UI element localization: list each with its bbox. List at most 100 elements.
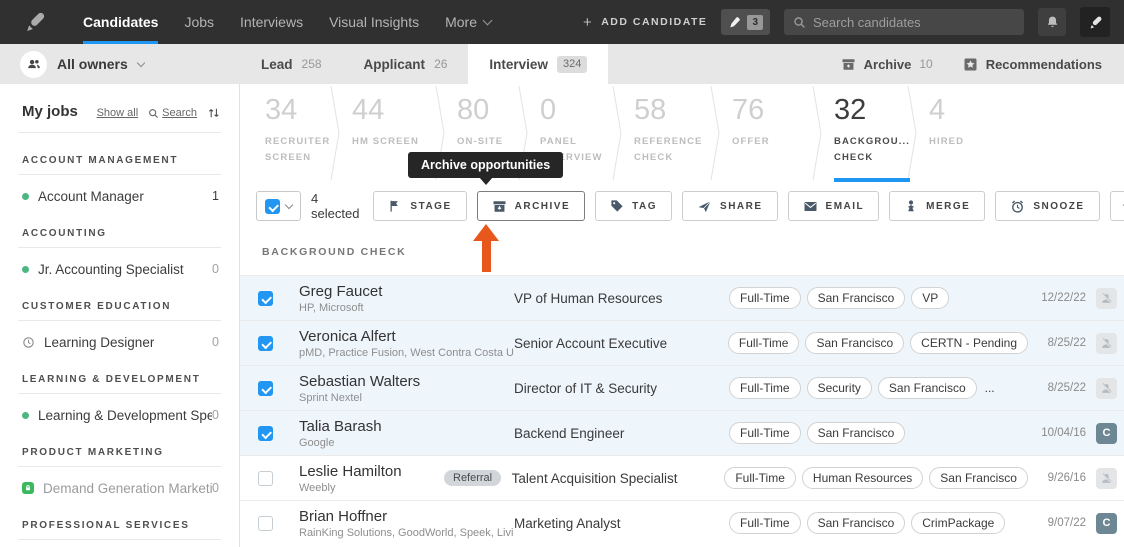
stage-button[interactable]: STAGE [373,191,467,221]
filter-bar: All owners Lead 258 Applicant 26 Intervi… [0,44,1124,84]
candidate-row[interactable]: Sebastian Walters Sprint Nextel Director… [240,365,1124,410]
tag-pill: San Francisco [805,332,905,354]
row-date: 9/26/16 [1047,472,1086,484]
candidate-companies: Sprint Nextel [299,391,362,404]
search-input[interactable] [813,14,1015,30]
candidate-companies: HP, Microsoft [299,301,364,314]
archive-box-icon [842,58,855,70]
list-section-header: BACKGROUND CHECK [262,246,407,258]
stage-separator [812,86,822,180]
divider [18,539,221,540]
candidate-name: Greg Faucet [299,282,383,300]
drafts-button[interactable]: 3 [721,9,770,35]
tag-pill: CERTN - Pending [910,332,1028,354]
sidebar-job-item[interactable]: Demand Generation Marketing ... 0 [0,478,239,498]
archive-link[interactable]: Archive 10 [841,57,933,72]
candidate-name: Sebastian Walters [299,372,421,390]
stage-recruiter-screen[interactable]: 34 RECRUITER SCREEN [240,84,330,182]
divider [18,174,221,175]
select-all-checkbox[interactable] [265,198,280,214]
top-navigation-bar: Candidates Jobs Interviews Visual Insigh… [0,0,1124,44]
add-candidate-button[interactable]: + ADD CANDIDATE [583,14,707,31]
row-checkbox[interactable] [258,290,273,306]
pencil-icon [1090,16,1101,29]
stage-offer[interactable]: 76 OFFER [720,84,812,182]
divider [18,320,221,321]
sidebar-job-item[interactable]: Learning & Development Speci... 0 [0,405,239,425]
tag-pill: Full-Time [729,377,801,399]
green-dot-icon [22,411,29,419]
paper-plane-icon [698,200,711,212]
sidebar-job-item[interactable]: Learning Designer 0 [0,332,239,352]
pipeline-tabs: Lead 258 Applicant 26 Interview 324 [240,44,609,84]
owners-icon [20,50,47,78]
candidate-companies: pMD, Practice Fusion, West Contra Costa … [299,346,514,359]
primary-nav: Candidates Jobs Interviews Visual Insigh… [70,0,504,44]
nav-jobs[interactable]: Jobs [171,0,227,44]
snooze-button[interactable]: SNOOZE [995,191,1100,221]
sidebar-job-item[interactable]: Account Manager 1 [0,186,239,206]
tab-lead[interactable]: Lead 258 [240,44,343,84]
notifications-button[interactable] [1038,8,1066,36]
tag-pill: San Francisco [877,377,977,399]
sort-icon[interactable] [207,106,221,120]
email-button[interactable]: EMAIL [787,191,880,221]
share-button[interactable]: SHARE [682,191,778,221]
show-all-link[interactable]: Show all [97,107,139,119]
bulk-action-bar: 4 selected STAGE ARCHIVE TAG SHARE EMAIL… [256,191,1124,221]
more-tags-ellipsis: ... [984,381,995,395]
candidate-list: Greg Faucet HP, Microsoft VP of Human Re… [240,275,1124,545]
lever-logo-icon[interactable] [22,9,48,35]
row-checkbox[interactable] [258,335,273,351]
archive-box-icon [493,200,506,212]
row-checkbox[interactable] [258,470,273,486]
sidebar-header: My jobs Show all Search [0,84,239,120]
nav-visual-insights[interactable]: Visual Insights [316,0,432,44]
nav-more[interactable]: More [432,0,504,44]
nav-candidates[interactable]: Candidates [70,0,171,44]
archive-button[interactable]: ARCHIVE [476,191,586,221]
row-checkbox[interactable] [258,425,273,441]
no-owner-avatar [1096,377,1117,399]
select-all-control[interactable] [256,191,301,221]
tag-pill: San Francisco [806,422,906,444]
row-date: 9/07/22 [1047,517,1086,529]
clock-icon [23,336,34,348]
candidate-row[interactable]: Leslie Hamilton Weebly Referral Talent A… [240,455,1124,500]
owner-filter-dropdown[interactable]: All owners [20,44,146,84]
merge-button[interactable]: MERGE [889,191,986,221]
row-checkbox[interactable] [258,515,273,531]
stage-separator [330,86,340,180]
person-slash-icon [1101,292,1112,303]
candidate-companies: RainKing Solutions, GoodWorld, Speek, Li… [299,526,514,539]
stage-hired[interactable]: 4 HIRED [917,84,1007,182]
account-button[interactable] [1080,7,1110,37]
tag-pill: Full-Time [727,332,800,354]
tag-pill: San Francisco [806,287,906,309]
chevron-down-icon [284,200,294,209]
candidate-row[interactable]: Brian Hoffner RainKing Solutions, GoodWo… [240,500,1124,545]
lever-app: Candidates Jobs Interviews Visual Insigh… [0,0,1124,547]
star-square-icon [964,58,977,70]
nav-interviews[interactable]: Interviews [227,0,316,44]
flag-icon [390,200,399,212]
recommendations-link[interactable]: Recommendations [963,57,1102,72]
tab-applicant[interactable]: Applicant 26 [343,44,469,84]
more-actions-button[interactable] [1109,191,1124,221]
stage-reference-check[interactable]: 58 REFERENCE CHECK [622,84,710,182]
search-icon [794,16,805,28]
sidebar-search-link[interactable]: Search [148,107,197,119]
candidate-row[interactable]: Greg Faucet HP, Microsoft VP of Human Re… [240,275,1124,320]
tab-interview[interactable]: Interview 324 [468,44,609,84]
row-date: 8/25/22 [1047,337,1086,349]
search-icon [149,108,159,118]
main-content: 34 RECRUITER SCREEN 44 HM SCREEN 80 ON-S… [240,84,1124,547]
sidebar-job-item[interactable]: Jr. Accounting Specialist 0 [0,259,239,279]
person-slash-icon [1101,382,1112,393]
candidate-row[interactable]: Talia Barash Google Backend Engineer Ful… [240,410,1124,455]
row-checkbox[interactable] [258,380,273,396]
green-dot-icon [22,192,29,200]
stage-background-check[interactable]: 32 BACKGROU... CHECK [822,84,910,182]
tag-button[interactable]: TAG [595,191,673,221]
candidate-row[interactable]: Veronica Alfert pMD, Practice Fusion, We… [240,320,1124,365]
